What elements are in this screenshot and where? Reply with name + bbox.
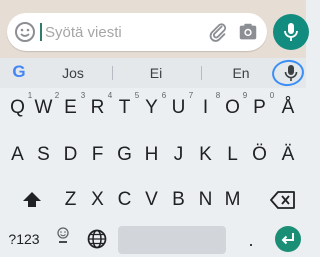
key-a[interactable]: A: [5, 135, 30, 175]
suggestion-divider: [201, 66, 202, 80]
backspace-icon: [270, 191, 295, 209]
key-k[interactable]: K: [193, 135, 218, 175]
suggestion-item[interactable]: Jos: [45, 63, 101, 83]
shift-arrow-icon: [23, 192, 41, 207]
key-s[interactable]: S: [31, 135, 56, 175]
google-logo[interactable]: G: [9, 62, 29, 82]
symbols-key[interactable]: ?123: [6, 228, 42, 250]
key-f[interactable]: F: [85, 135, 110, 175]
camera-icon[interactable]: [237, 21, 259, 43]
key-o-umlaut[interactable]: Ö: [247, 135, 272, 175]
smiley-icon[interactable]: [13, 20, 37, 44]
microphone-icon: [284, 65, 298, 81]
key-l[interactable]: L: [220, 135, 245, 175]
enter-arrow-icon: [281, 233, 294, 245]
paperclip-icon[interactable]: [207, 21, 229, 43]
space-key[interactable]: [118, 226, 226, 254]
key-m[interactable]: M: [220, 180, 245, 220]
key-n[interactable]: N: [193, 180, 218, 220]
key-c[interactable]: C: [112, 180, 137, 220]
message-composer: [7, 13, 267, 51]
send-voice-button[interactable]: [273, 14, 309, 50]
smiley-icon: [57, 227, 69, 243]
microphone-icon: [284, 23, 298, 41]
key-j[interactable]: J: [166, 135, 191, 175]
globe-key[interactable]: [86, 228, 108, 250]
backspace-key[interactable]: [270, 190, 296, 210]
voice-input-button[interactable]: [281, 62, 301, 84]
key-x[interactable]: X: [85, 180, 110, 220]
key-h[interactable]: H: [139, 135, 164, 175]
text-cursor: [40, 23, 42, 41]
suggestion-divider: [112, 66, 113, 80]
suggestion-item[interactable]: En: [213, 63, 269, 83]
suggestion-item[interactable]: Ei: [128, 63, 184, 83]
enter-key[interactable]: [275, 226, 301, 252]
key-z[interactable]: Z: [58, 180, 83, 220]
message-input[interactable]: [45, 20, 195, 44]
key-d[interactable]: D: [58, 135, 83, 175]
key-g[interactable]: G: [112, 135, 137, 175]
globe-icon: [87, 229, 107, 249]
period-key[interactable]: .: [243, 226, 259, 254]
emoji-key[interactable]: [50, 224, 76, 250]
key-b[interactable]: B: [166, 180, 191, 220]
suggestion-strip: G Jos Ei En: [0, 57, 306, 89]
key-a-ring[interactable]: Å: [274, 88, 302, 128]
key-v[interactable]: V: [139, 180, 164, 220]
key-a-umlaut[interactable]: Ä: [274, 135, 302, 175]
shift-key[interactable]: [19, 187, 45, 213]
